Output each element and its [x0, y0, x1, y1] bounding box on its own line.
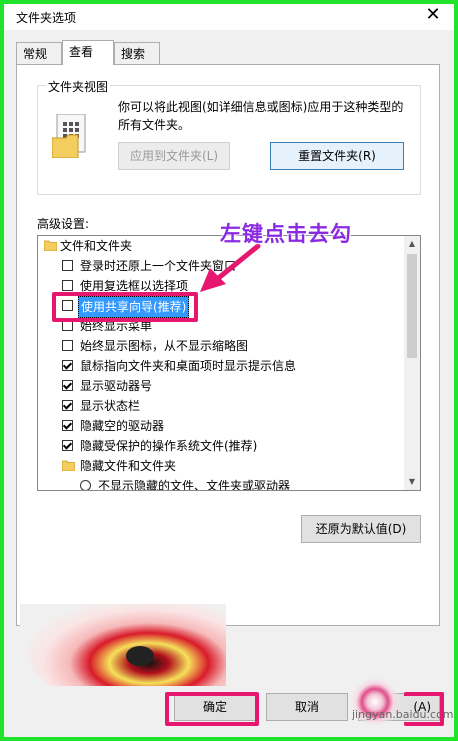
- window-title: 文件夹选项: [16, 11, 77, 25]
- checkbox[interactable]: [62, 400, 73, 411]
- annotation-arrow-icon: [200, 243, 261, 292]
- option-label: 使用共享向导(推荐): [78, 296, 190, 318]
- option-label: 鼠标指向文件夹和桌面项时显示提示信息: [80, 359, 297, 373]
- option-hide-protected-files[interactable]: 隐藏受保护的操作系统文件(推荐): [38, 436, 404, 456]
- option-label: 不显示隐藏的文件、文件夹或驱动器: [98, 479, 291, 491]
- checkbox[interactable]: [62, 360, 73, 371]
- tab-general-label: 常规: [23, 47, 48, 61]
- option-label: 隐藏受保护的操作系统文件(推荐): [80, 439, 258, 453]
- title-bar: 文件夹选项 ✕: [4, 4, 454, 30]
- restore-defaults-button[interactable]: 还原为默认值(D): [301, 515, 421, 543]
- checkbox[interactable]: [62, 300, 73, 311]
- scrollbar-thumb[interactable]: [407, 254, 417, 358]
- folder-icon: [44, 240, 57, 251]
- annotation-text: 左键点击去勾: [220, 221, 352, 246]
- option-label: 始终显示图标，从不显示缩略图: [80, 339, 249, 353]
- folder-icon: [62, 460, 75, 471]
- folder-views-group: 文件夹视图 你可以将此视图(如详细信息或图标)应用于这种类型的所有文件夹。 应用…: [37, 78, 421, 195]
- advanced-settings-label: 高级设置:: [37, 217, 90, 231]
- option-show-drive-letters[interactable]: 显示驱动器号: [38, 376, 404, 396]
- tab-search-label: 搜索: [121, 47, 146, 61]
- option-label: 使用复选框以选择项: [80, 279, 189, 293]
- checkbox[interactable]: [62, 260, 73, 271]
- checkbox[interactable]: [62, 380, 73, 391]
- option-always-show-menus[interactable]: 始终显示菜单: [38, 316, 404, 336]
- radio-button[interactable]: [80, 480, 91, 490]
- watermark: jingyan.baidu.com: [352, 708, 454, 721]
- tree-item-hidden-files: 隐藏文件和文件夹: [38, 456, 404, 476]
- cancel-button[interactable]: 取消: [266, 693, 348, 721]
- folder-views-description: 你可以将此视图(如详细信息或图标)应用于这种类型的所有文件夹。: [118, 100, 404, 132]
- apply-to-folders-button[interactable]: 应用到文件夹(L): [118, 142, 230, 170]
- folder-view-icon: [52, 114, 86, 158]
- checkbox[interactable]: [62, 340, 73, 351]
- tab-view-label: 查看: [69, 45, 94, 59]
- option-label: 显示驱动器号: [80, 379, 153, 393]
- option-label: 隐藏空的驱动器: [80, 419, 165, 433]
- decorative-swirl-image: [20, 604, 226, 686]
- tab-view[interactable]: 查看: [62, 40, 114, 65]
- tab-general[interactable]: 常规: [16, 42, 62, 64]
- option-label: 始终显示菜单: [80, 319, 153, 333]
- option-always-show-icons[interactable]: 始终显示图标，从不显示缩略图: [38, 336, 404, 356]
- tree-scrollbar[interactable]: ▲ ▼: [404, 236, 420, 490]
- tree-item-label: 文件和文件夹: [60, 239, 133, 253]
- checkbox[interactable]: [62, 440, 73, 451]
- option-popup-description[interactable]: 鼠标指向文件夹和桌面项时显示提示信息: [38, 356, 404, 376]
- tree-item-label: 隐藏文件和文件夹: [80, 459, 177, 473]
- scroll-down-icon[interactable]: ▼: [404, 474, 420, 490]
- tab-search[interactable]: 搜索: [114, 42, 160, 64]
- option-label: 显示状态栏: [80, 399, 141, 413]
- folder-views-title: 文件夹视图: [46, 78, 111, 95]
- close-icon[interactable]: ✕: [422, 4, 444, 26]
- checkbox[interactable]: [62, 320, 73, 331]
- checkbox[interactable]: [62, 420, 73, 431]
- reset-folders-button[interactable]: 重置文件夹(R): [270, 142, 404, 170]
- option-show-status-bar[interactable]: 显示状态栏: [38, 396, 404, 416]
- ok-button[interactable]: 确定: [174, 693, 256, 721]
- checkbox[interactable]: [62, 280, 73, 291]
- option-dont-show-hidden[interactable]: 不显示隐藏的文件、文件夹或驱动器: [38, 476, 404, 491]
- option-hide-empty-drives[interactable]: 隐藏空的驱动器: [38, 416, 404, 436]
- view-tab-panel: 文件夹视图 你可以将此视图(如详细信息或图标)应用于这种类型的所有文件夹。 应用…: [16, 64, 440, 626]
- scroll-up-icon[interactable]: ▲: [404, 236, 420, 252]
